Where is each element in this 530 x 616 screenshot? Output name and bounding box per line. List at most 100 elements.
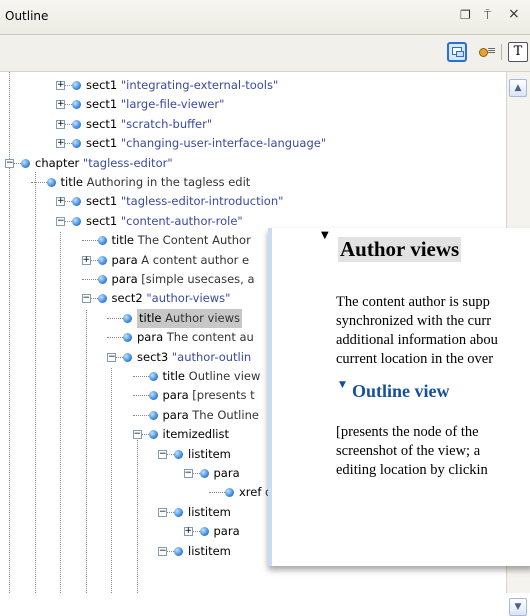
tree-row-label: sect3 "author-outlin bbox=[137, 348, 251, 367]
tree-row[interactable]: + sect1 "tagless-editor-introduction" bbox=[0, 192, 506, 211]
element-name: para bbox=[111, 252, 138, 267]
tree-row-label: para [presents t bbox=[163, 386, 255, 405]
element-name: listitem bbox=[188, 446, 231, 461]
preview-line: current location in the over bbox=[336, 351, 494, 367]
tree-row-label: para A content author e bbox=[112, 251, 250, 270]
element-node-icon bbox=[199, 527, 209, 537]
element-name: sect1 bbox=[86, 194, 118, 209]
tree-connector bbox=[90, 298, 98, 300]
tree-connector bbox=[167, 511, 174, 513]
expand-icon[interactable]: + bbox=[56, 139, 65, 149]
preview-line: screenshot of the view; a bbox=[336, 443, 481, 459]
element-value: Author views bbox=[161, 310, 240, 325]
element-node-icon bbox=[123, 352, 132, 362]
outline-toolbar: T bbox=[0, 35, 530, 72]
element-node-icon bbox=[148, 372, 158, 381]
element-node-icon bbox=[174, 449, 183, 459]
tree-connector bbox=[90, 259, 98, 261]
scroll-up-button[interactable]: ▲ bbox=[509, 79, 527, 97]
tree-row-label: title Outline view bbox=[163, 367, 261, 386]
tree-connector bbox=[14, 162, 21, 164]
preview-line: synchronized with the curr bbox=[336, 313, 492, 329]
tree-row[interactable]: + sect1 "integrating-external-tools" bbox=[0, 76, 506, 95]
tree-row-label: para [simple usecases, a bbox=[112, 270, 255, 289]
element-value: "changing-user-interface-language" bbox=[117, 136, 327, 151]
pin-icon[interactable]: ⍑ bbox=[484, 8, 491, 23]
view-title: Outline bbox=[5, 9, 49, 23]
tree-row[interactable]: − chapter "tagless-editor" bbox=[0, 154, 506, 173]
tree-row-label: sect1 "changing-user-interface-language" bbox=[86, 134, 326, 153]
expand-icon[interactable]: + bbox=[81, 255, 91, 265]
element-name: title bbox=[139, 310, 162, 325]
sync-selection-icon[interactable] bbox=[447, 42, 467, 62]
tree-row-label: listitem bbox=[188, 542, 231, 561]
filter-icon[interactable] bbox=[477, 42, 497, 62]
tree-connector bbox=[141, 434, 149, 436]
element-value: The Outline bbox=[188, 407, 259, 422]
collapse-icon[interactable]: − bbox=[5, 158, 14, 168]
fold-triangle-icon[interactable]: ▼ bbox=[321, 230, 329, 241]
element-node-icon bbox=[148, 391, 158, 401]
collapse-icon[interactable]: − bbox=[158, 507, 167, 517]
element-name: listitem bbox=[188, 504, 231, 519]
element-value: A content author e bbox=[137, 252, 250, 267]
close-icon[interactable]: × bbox=[508, 6, 520, 22]
element-value: "scratch-buffer" bbox=[117, 116, 213, 131]
preview-line: editing location by clickin bbox=[336, 462, 488, 478]
element-name: title bbox=[111, 233, 134, 248]
tree-connector bbox=[167, 453, 174, 455]
preview-line: The content author is supp bbox=[336, 294, 490, 310]
element-name: sect2 bbox=[111, 291, 143, 306]
element-name: para bbox=[111, 272, 138, 286]
element-node-icon bbox=[97, 255, 107, 265]
collapse-icon[interactable]: − bbox=[158, 546, 167, 556]
element-node-icon bbox=[72, 81, 81, 90]
expand-icon[interactable]: + bbox=[56, 100, 65, 110]
tree-row-label: para The Outline bbox=[163, 406, 259, 425]
element-name: sect1 bbox=[86, 136, 118, 151]
expand-icon[interactable]: + bbox=[56, 81, 65, 90]
tree-connector bbox=[65, 201, 72, 203]
tree-row-label: sect1 "scratch-buffer" bbox=[86, 115, 212, 134]
element-value: Outline view bbox=[184, 369, 261, 383]
expand-icon[interactable]: + bbox=[56, 119, 65, 129]
preview-subheading: Outline view bbox=[352, 381, 450, 401]
element-node-icon bbox=[97, 294, 107, 304]
element-value: "integrating-external-tools" bbox=[117, 78, 279, 92]
restore-icon[interactable]: ❐ bbox=[460, 8, 471, 22]
collapse-icon[interactable]: − bbox=[81, 294, 91, 304]
expand-icon[interactable]: + bbox=[56, 197, 65, 207]
expand-icon[interactable]: + bbox=[183, 527, 193, 537]
element-name: title bbox=[162, 369, 185, 383]
element-name: listitem bbox=[188, 543, 231, 558]
element-name: sect1 bbox=[86, 97, 118, 112]
tree-row-label: sect1 "integrating-external-tools" bbox=[86, 76, 278, 95]
tree-row[interactable]: + sect1 "large-file-viewer" bbox=[0, 95, 506, 114]
element-name: para bbox=[137, 330, 164, 345]
element-node-icon bbox=[21, 158, 30, 168]
element-name: sect1 bbox=[86, 78, 118, 92]
fold-triangle-icon[interactable]: ▼ bbox=[339, 380, 346, 390]
element-node-icon bbox=[225, 488, 234, 498]
collapse-icon[interactable]: − bbox=[107, 352, 116, 362]
element-node-icon bbox=[72, 100, 81, 110]
tree-row[interactable]: + sect1 "scratch-buffer" bbox=[0, 115, 506, 134]
collapse-icon[interactable]: − bbox=[183, 469, 193, 478]
element-name: title bbox=[60, 175, 83, 189]
tree-row[interactable]: title Authoring in the tagless edit bbox=[0, 173, 506, 192]
element-name: para bbox=[213, 466, 240, 480]
collapse-icon[interactable]: − bbox=[158, 449, 167, 459]
tree-connector bbox=[167, 550, 174, 552]
element-node-icon bbox=[148, 410, 158, 420]
tree-row-label: title The Content Author bbox=[112, 231, 251, 250]
tree-connector bbox=[65, 220, 72, 222]
text-mode-button[interactable]: T bbox=[508, 42, 528, 62]
tree-row-label: itemizedlist bbox=[163, 425, 229, 444]
scroll-down-button[interactable]: ▼ bbox=[509, 598, 527, 616]
collapse-icon[interactable]: − bbox=[132, 430, 142, 440]
tree-row-label: sect1 "large-file-viewer" bbox=[86, 95, 224, 114]
preview-line: additional information abou bbox=[336, 332, 498, 348]
element-node-icon bbox=[174, 507, 183, 517]
collapse-icon[interactable]: − bbox=[56, 216, 65, 226]
tree-row[interactable]: + sect1 "changing-user-interface-language… bbox=[0, 134, 506, 153]
